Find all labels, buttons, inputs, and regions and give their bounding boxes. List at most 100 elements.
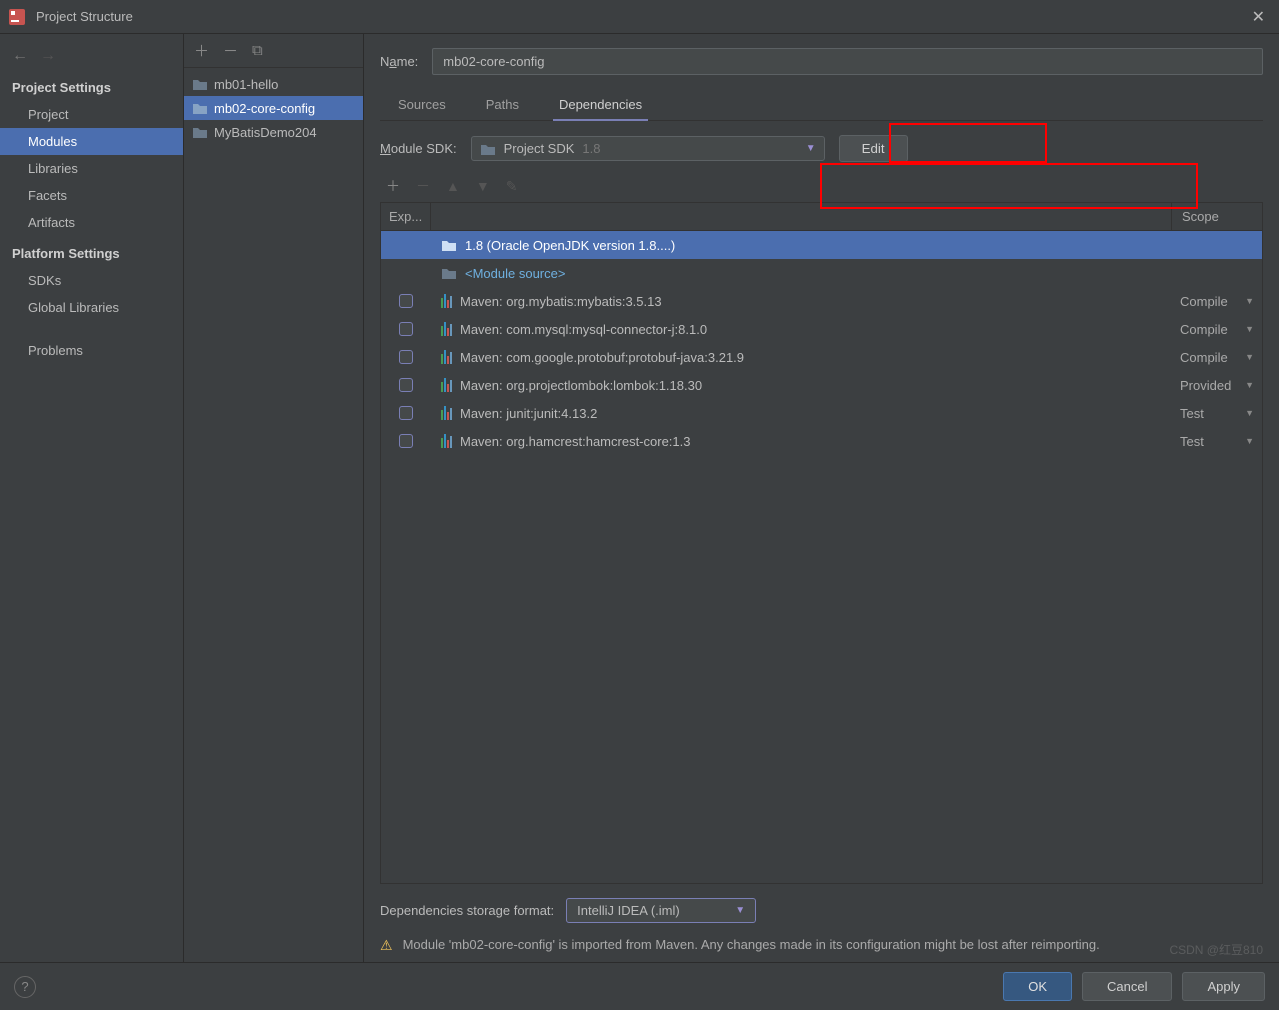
scope-cell[interactable]: Compile▼	[1172, 322, 1262, 337]
sidebar-item-modules[interactable]: Modules	[0, 128, 183, 155]
apply-button[interactable]: Apply	[1182, 972, 1265, 1001]
remove-module-icon[interactable]: －	[223, 40, 238, 61]
library-icon	[441, 322, 452, 336]
export-checkbox[interactable]	[399, 406, 413, 420]
module-item[interactable]: MyBatisDemo204	[184, 120, 363, 144]
sidebar-item-artifacts[interactable]: Artifacts	[0, 209, 183, 236]
name-input[interactable]	[432, 48, 1263, 75]
scope-cell[interactable]: Compile▼	[1172, 350, 1262, 365]
export-checkbox[interactable]	[399, 378, 413, 392]
scope-value: Test	[1180, 406, 1204, 421]
library-icon	[441, 406, 452, 420]
sidebar-item-problems[interactable]: Problems	[0, 337, 183, 364]
sidebar-item-project[interactable]: Project	[0, 101, 183, 128]
add-dep-icon[interactable]: ＋	[386, 176, 400, 196]
copy-module-icon[interactable]: ⧉	[252, 42, 263, 59]
sidebar-item-sdks[interactable]: SDKs	[0, 267, 183, 294]
dep-toolbar: ＋ － ▲ ▼ ✎	[380, 172, 1263, 202]
storage-select[interactable]: IntelliJ IDEA (.iml) ▼	[566, 898, 756, 923]
folder-icon	[441, 266, 457, 280]
table-row[interactable]: Maven: com.google.protobuf:protobuf-java…	[381, 343, 1262, 371]
dep-label: Maven: junit:junit:4.13.2	[460, 406, 597, 421]
table-row[interactable]: Maven: org.mybatis:mybatis:3.5.13 Compile…	[381, 287, 1262, 315]
dep-label: Maven: org.mybatis:mybatis:3.5.13	[460, 294, 662, 309]
nav-arrows: ← →	[0, 42, 183, 70]
chevron-down-icon: ▼	[1245, 408, 1254, 418]
add-module-icon[interactable]: ＋	[194, 40, 209, 61]
table-row[interactable]: <Module source>	[381, 259, 1262, 287]
ok-button[interactable]: OK	[1003, 972, 1072, 1001]
chevron-down-icon: ▼	[735, 905, 745, 916]
dep-header: Exp... Scope	[381, 203, 1262, 231]
nav-back-icon[interactable]: ←	[12, 47, 28, 65]
module-column: ＋ － ⧉ mb01-hello mb02-core-config MyBati…	[184, 34, 364, 962]
cancel-button[interactable]: Cancel	[1082, 972, 1172, 1001]
dep-label: Maven: org.projectlombok:lombok:1.18.30	[460, 378, 702, 393]
tab-sources[interactable]: Sources	[388, 89, 456, 120]
help-icon[interactable]: ?	[14, 976, 36, 998]
tab-dependencies[interactable]: Dependencies	[549, 89, 652, 120]
titlebar: Project Structure ✕	[0, 0, 1279, 34]
export-cell	[381, 350, 431, 364]
sdk-row: Module SDK: Project SDK 1.8 ▼ Edit	[380, 135, 1263, 162]
sidebar-item-facets[interactable]: Facets	[0, 182, 183, 209]
scope-cell[interactable]: Compile▼	[1172, 294, 1262, 309]
dep-main-cell: Maven: org.projectlombok:lombok:1.18.30	[431, 378, 1172, 393]
storage-value: IntelliJ IDEA (.iml)	[577, 903, 680, 918]
module-item[interactable]: mb01-hello	[184, 72, 363, 96]
warning-icon: ⚠	[380, 937, 393, 955]
table-row[interactable]: Maven: com.mysql:mysql-connector-j:8.1.0…	[381, 315, 1262, 343]
sidebar-item-libraries[interactable]: Libraries	[0, 155, 183, 182]
content: Name: Sources Paths Dependencies Module …	[364, 34, 1279, 962]
app-icon	[8, 8, 26, 26]
dep-main-cell: <Module source>	[431, 266, 1172, 281]
section-project-settings: Project Settings	[0, 70, 183, 101]
col-scope[interactable]: Scope	[1172, 203, 1262, 230]
tab-paths[interactable]: Paths	[476, 89, 529, 120]
window-title: Project Structure	[36, 9, 1246, 24]
export-cell	[381, 294, 431, 308]
dep-label: Maven: org.hamcrest:hamcrest-core:1.3	[460, 434, 690, 449]
scope-cell[interactable]: Provided▼	[1172, 378, 1262, 393]
scope-value: Test	[1180, 434, 1204, 449]
chevron-down-icon: ▼	[806, 143, 816, 154]
scope-cell[interactable]: Test ▼	[1172, 406, 1262, 421]
export-checkbox[interactable]	[399, 322, 413, 336]
edit-button[interactable]: Edit	[839, 135, 908, 162]
scope-value: Compile	[1180, 294, 1228, 309]
export-cell	[381, 434, 431, 448]
dep-body: 1.8 (Oracle OpenJDK version 1.8....) <Mod…	[381, 231, 1262, 883]
name-row: Name:	[380, 48, 1263, 75]
dep-main-cell: Maven: junit:junit:4.13.2	[431, 406, 1172, 421]
close-icon[interactable]: ✕	[1246, 7, 1271, 27]
dep-label: Maven: com.mysql:mysql-connector-j:8.1.0	[460, 322, 707, 337]
nav-forward-icon[interactable]: →	[40, 47, 56, 65]
down-icon[interactable]: ▼	[476, 178, 490, 194]
table-row[interactable]: Maven: org.projectlombok:lombok:1.18.30 P…	[381, 371, 1262, 399]
library-icon	[441, 294, 452, 308]
scope-value: Compile	[1180, 322, 1228, 337]
sdk-select[interactable]: Project SDK 1.8 ▼	[471, 136, 825, 161]
col-export[interactable]: Exp...	[381, 203, 431, 230]
export-checkbox[interactable]	[399, 434, 413, 448]
storage-label: Dependencies storage format:	[380, 903, 554, 918]
table-row[interactable]: Maven: junit:junit:4.13.2 Test ▼	[381, 399, 1262, 427]
tabs: Sources Paths Dependencies	[380, 87, 1263, 121]
export-checkbox[interactable]	[399, 350, 413, 364]
dep-label: Maven: com.google.protobuf:protobuf-java…	[460, 350, 744, 365]
edit-dep-icon[interactable]: ✎	[506, 178, 518, 195]
table-row[interactable]: Maven: org.hamcrest:hamcrest-core:1.3 Tes…	[381, 427, 1262, 455]
storage-row: Dependencies storage format: IntelliJ ID…	[380, 898, 1263, 923]
export-checkbox[interactable]	[399, 294, 413, 308]
sidebar-item-global-libraries[interactable]: Global Libraries	[0, 294, 183, 321]
up-icon[interactable]: ▲	[446, 178, 460, 194]
warning-row: ⚠ Module 'mb02-core-config' is imported …	[380, 931, 1263, 955]
folder-icon	[192, 125, 208, 139]
scope-cell[interactable]: Test▼	[1172, 434, 1262, 449]
watermark: CSDN @红豆810	[1169, 941, 1263, 958]
module-item[interactable]: mb02-core-config	[184, 96, 363, 120]
table-row[interactable]: 1.8 (Oracle OpenJDK version 1.8....)	[381, 231, 1262, 259]
col-main	[431, 203, 1172, 230]
sdk-version: 1.8	[582, 141, 600, 156]
remove-dep-icon[interactable]: －	[416, 176, 430, 196]
